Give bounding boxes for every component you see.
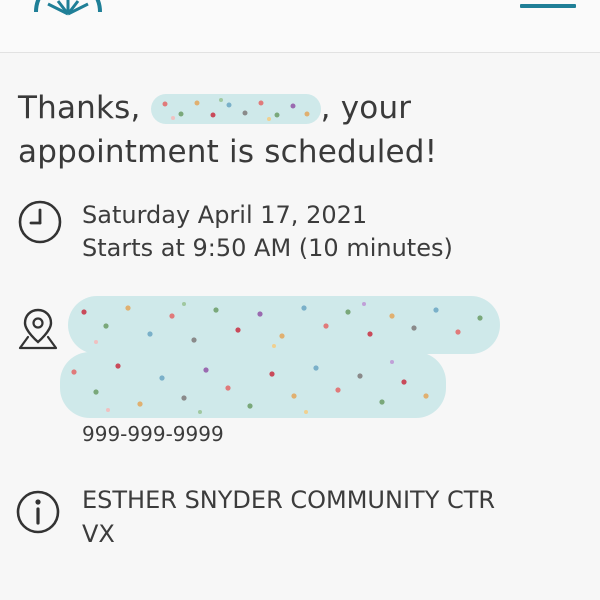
greeting-suffix: , your <box>320 90 412 126</box>
name-redaction <box>150 92 321 124</box>
confirmation-headline: Thanks, , your appointment is scheduled! <box>18 86 538 174</box>
hamburger-menu-icon[interactable] <box>520 4 576 8</box>
headline-line2: appointment is scheduled! <box>18 134 438 170</box>
location-phone[interactable]: 999-999-9999 <box>82 420 224 448</box>
location-name-line2: VX <box>82 520 115 548</box>
address-redaction <box>68 296 500 354</box>
map-pin-icon[interactable] <box>14 304 62 352</box>
app-header <box>0 0 600 53</box>
appointment-date: Saturday April 17, 2021 <box>82 201 368 229</box>
redaction-mark <box>150 94 321 124</box>
address-redaction-2 <box>60 352 446 418</box>
sunburst-logo-icon <box>34 0 102 16</box>
appointment-time: Starts at 9:50 AM (10 minutes) <box>82 234 453 262</box>
location-name-line1: ESTHER SNYDER COMMUNITY CTR <box>82 486 496 514</box>
greeting-prefix: Thanks, <box>18 90 151 126</box>
info-icon <box>16 490 60 534</box>
clock-icon <box>18 200 62 244</box>
